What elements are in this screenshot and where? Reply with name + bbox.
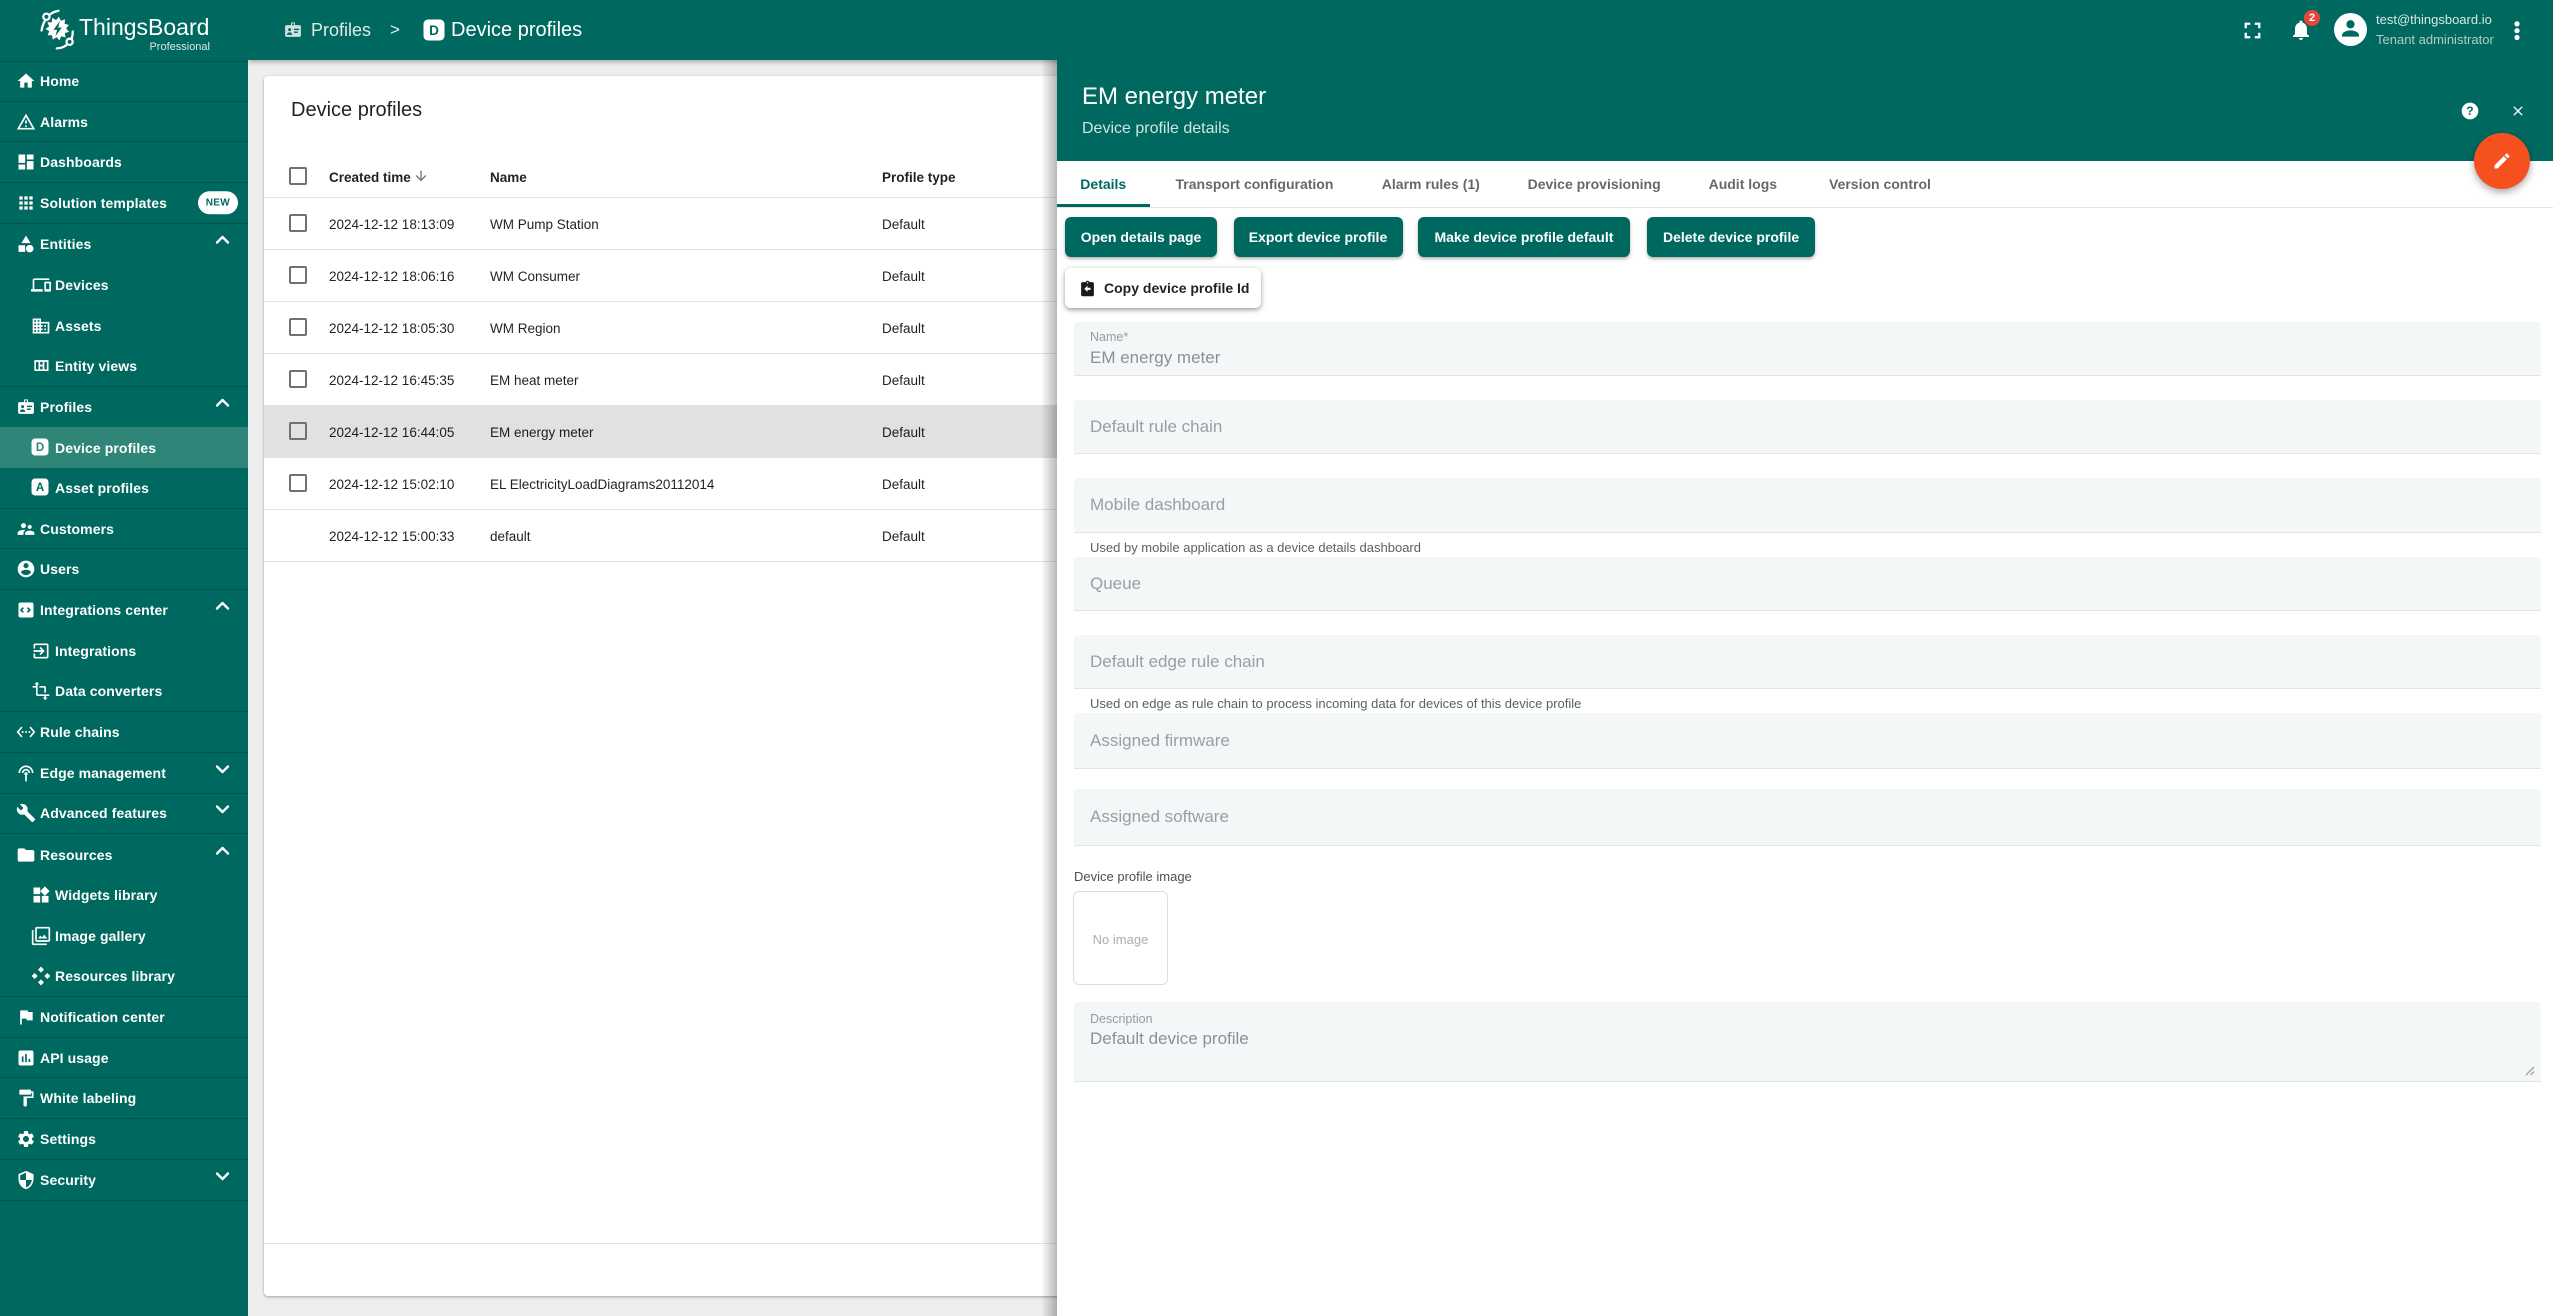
svg-text:A: A [36,482,44,494]
svg-text:D: D [36,442,44,454]
svg-text:ThingsBoard: ThingsBoard [79,14,209,40]
svg-text:?: ? [2466,104,2473,118]
svg-text:D: D [429,23,439,38]
svg-text:Professional: Professional [149,41,210,53]
